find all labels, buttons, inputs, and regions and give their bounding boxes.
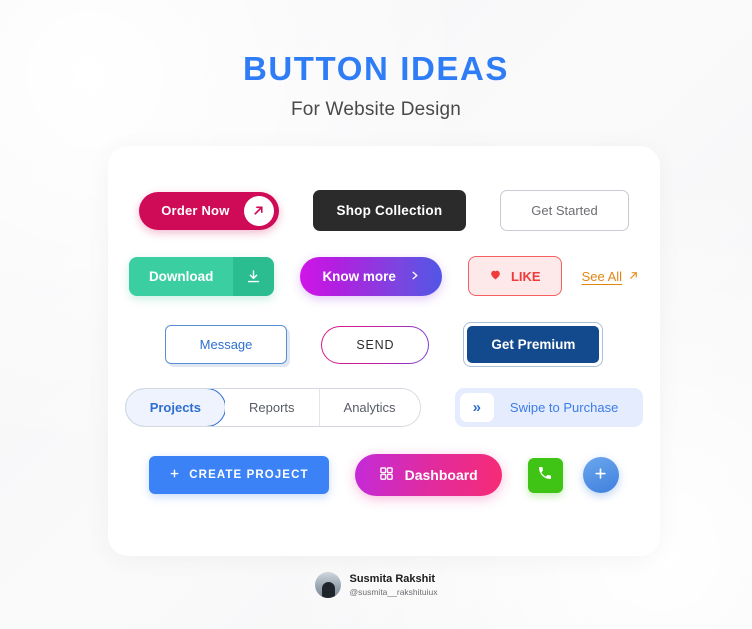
get-premium-label: Get Premium: [467, 326, 600, 363]
page-subtitle: For Website Design: [290, 99, 462, 120]
order-now-label: Order Now: [161, 203, 230, 218]
slot-order-now: Order Now: [139, 191, 279, 230]
slot-get-premium: Get Premium: [463, 322, 604, 367]
phone-icon: [537, 465, 553, 486]
phone-button[interactable]: [527, 457, 563, 493]
add-fab-button[interactable]: [582, 457, 619, 493]
download-icon: [233, 256, 275, 296]
chevron-right-icon: [409, 269, 420, 284]
plus-icon: [169, 468, 180, 482]
slot-get-started: Get Started: [500, 190, 629, 231]
slot-segmented-control: Projects Reports Analytics: [124, 388, 421, 427]
slot-fab: [582, 457, 619, 493]
slot-dashboard: Dashboard: [354, 454, 502, 496]
heart-icon: [489, 268, 502, 284]
shop-collection-button[interactable]: Shop Collection: [312, 190, 467, 231]
know-more-label: Know more: [322, 268, 396, 284]
page-title: BUTTON IDEAS: [242, 50, 510, 87]
segmented-control: Projects Reports Analytics: [124, 388, 421, 427]
see-all-link[interactable]: See All: [582, 269, 639, 284]
create-project-label: CREATE PROJECT: [189, 469, 309, 481]
slot-know-more: Know more: [300, 256, 442, 296]
author-name: Susmita Rakshit: [349, 572, 436, 585]
tab-reports[interactable]: Reports: [225, 389, 320, 426]
dashboard-button[interactable]: Dashboard: [354, 454, 502, 496]
swipe-to-purchase-label: Swipe to Purchase: [509, 400, 619, 415]
button-row-3: Message SEND Get Premium: [108, 322, 660, 367]
like-label: LIKE: [510, 268, 541, 284]
slot-see-all: See All: [582, 269, 639, 284]
slot-like: LIKE: [467, 256, 562, 296]
slot-download: Download: [128, 256, 275, 296]
button-row-5: CREATE PROJECT Dashboard: [108, 454, 660, 496]
dashboard-label: Dashboard: [404, 467, 478, 483]
slot-send: SEND: [321, 326, 429, 364]
message-button[interactable]: Message: [164, 325, 288, 364]
header: BUTTON IDEAS For Website Design: [0, 0, 752, 121]
order-now-button[interactable]: Order Now: [139, 191, 279, 230]
tab-projects[interactable]: Projects: [125, 389, 226, 426]
page-background: BUTTON IDEAS For Website Design Order No…: [0, 0, 752, 629]
buttons-card: Order Now Shop Collection Get Started Do…: [108, 146, 660, 556]
get-premium-button[interactable]: Get Premium: [463, 322, 604, 367]
get-started-button[interactable]: Get Started: [500, 190, 629, 231]
slot-create-project: CREATE PROJECT: [149, 456, 329, 494]
slot-shop-collection: Shop Collection: [312, 190, 467, 231]
like-button[interactable]: LIKE: [467, 256, 562, 296]
download-button[interactable]: Download: [128, 256, 275, 296]
avatar: [314, 572, 341, 598]
double-chevron-right-icon[interactable]: »: [459, 393, 494, 422]
button-row-4: Projects Reports Analytics » Swipe to Pu…: [108, 388, 660, 427]
author-handle: @susmita__rakshituiux: [349, 586, 438, 597]
download-label: Download: [128, 256, 234, 296]
author-credit: Susmita Rakshit @susmita__rakshituiux: [0, 572, 752, 598]
plus-icon: [593, 466, 608, 485]
see-all-label: See All: [581, 268, 623, 284]
know-more-button[interactable]: Know more: [300, 256, 442, 296]
grid-icon: [379, 466, 394, 484]
button-row-1: Order Now Shop Collection Get Started: [108, 190, 660, 231]
send-button[interactable]: SEND: [321, 326, 429, 364]
arrow-up-right-icon: [628, 269, 639, 284]
tab-analytics[interactable]: Analytics: [319, 389, 420, 426]
slot-swipe-to-purchase: » Swipe to Purchase: [454, 388, 644, 427]
slot-phone: [527, 457, 563, 493]
arrow-up-right-icon: [243, 195, 274, 226]
create-project-button[interactable]: CREATE PROJECT: [149, 456, 329, 494]
swipe-to-purchase-control[interactable]: » Swipe to Purchase: [454, 388, 644, 427]
slot-message: Message: [164, 325, 288, 364]
author-text: Susmita Rakshit @susmita__rakshituiux: [350, 573, 438, 597]
button-row-2: Download Know more LIKE See All: [108, 256, 660, 296]
